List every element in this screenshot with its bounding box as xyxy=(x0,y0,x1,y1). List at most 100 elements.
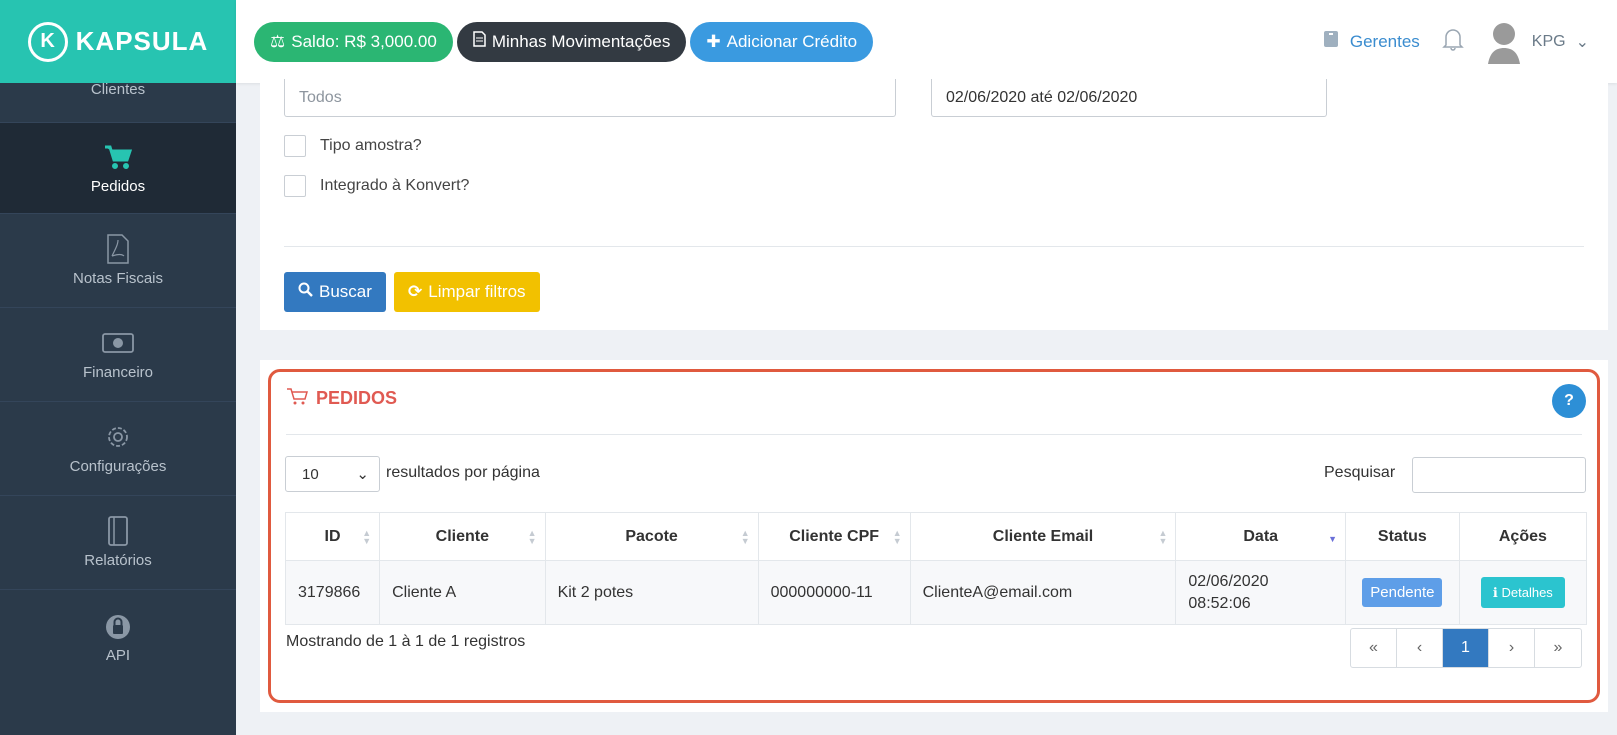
user-menu[interactable]: KPG ⌄ xyxy=(1486,20,1589,64)
col-id[interactable]: ID ▲ ▼ xyxy=(284,512,381,561)
cell-id: 3179866 xyxy=(284,560,381,625)
search-label: Pesquisar xyxy=(1324,464,1396,481)
search-input[interactable] xyxy=(1412,457,1586,493)
cell-status: Pendente xyxy=(1345,560,1460,625)
sidebar-item-label: Relatórios xyxy=(84,552,152,569)
col-email[interactable]: Cliente Email ▲ ▼ xyxy=(909,512,1177,561)
topbar: ⚖ Saldo: R$ 3,000.00 Minhas Movimentaçõe… xyxy=(236,0,1617,83)
filter-card: Todos 02/06/2020 até 02/06/2020 Tipo amo… xyxy=(260,79,1608,330)
limpar-label: Limpar filtros xyxy=(428,282,526,301)
gerentes-link[interactable]: Gerentes xyxy=(1322,30,1420,53)
cell-data: 02/06/2020 08:52:06 xyxy=(1175,560,1346,625)
page-prev-button[interactable]: ‹ xyxy=(1397,629,1443,667)
amostra-checkbox[interactable] xyxy=(284,135,306,157)
page-length-value: 10 xyxy=(302,465,319,483)
top-right: Gerentes KPG ⌄ xyxy=(1322,0,1589,83)
sidebar: K KAPSULA Clientes Pedidos Notas Fiscais… xyxy=(0,0,236,735)
page-last-button[interactable]: » xyxy=(1535,629,1581,667)
money-icon xyxy=(102,328,134,358)
cart-icon xyxy=(286,387,308,410)
sidebar-item-configuracoes[interactable]: Configurações xyxy=(0,402,236,496)
cell-cliente: Cliente A xyxy=(379,560,546,625)
tipo-select[interactable]: Todos xyxy=(284,79,896,117)
filter-divider xyxy=(284,246,1584,247)
movimentacoes-label: Minhas Movimentações xyxy=(491,31,671,51)
help-button[interactable]: ? xyxy=(1552,384,1586,418)
sidebar-item-label: Clientes xyxy=(90,81,146,98)
page-length-select[interactable]: 10 ⌄ xyxy=(285,456,380,492)
search-icon xyxy=(298,282,313,302)
table-info: Mostrando de 1 à 1 de 1 registros xyxy=(286,633,526,650)
buscar-label: Buscar xyxy=(319,282,372,301)
sidebar-item-clientes[interactable]: Clientes xyxy=(0,81,236,123)
saldo-button[interactable]: ⚖ Saldo: R$ 3,000.00 xyxy=(254,21,453,62)
sidebar-item-pedidos[interactable]: Pedidos xyxy=(0,123,236,214)
sidebar-item-label: Configurações xyxy=(69,458,167,475)
refresh-icon: ⟳ xyxy=(408,282,423,301)
col-pacote[interactable]: Pacote ▲ ▼ xyxy=(544,512,759,561)
col-cpf[interactable]: Cliente CPF ▲ ▼ xyxy=(757,512,911,561)
chevron-down-icon: ⌄ xyxy=(356,466,369,483)
col-data[interactable]: Data ▼ xyxy=(1175,512,1346,561)
data-time: 08:52:06 xyxy=(1188,594,1251,612)
sidebar-item-api[interactable]: API xyxy=(0,590,236,684)
cell-email: ClienteA@email.com xyxy=(909,560,1177,625)
date-value: 02/06/2020 até 02/06/2020 xyxy=(946,88,1138,106)
cell-cpf: 000000000-11 xyxy=(757,560,911,625)
page-current-button[interactable]: 1 xyxy=(1443,629,1489,667)
bell-icon[interactable] xyxy=(1441,27,1464,56)
konvert-label: Integrado à Konvert? xyxy=(320,177,470,194)
tipo-value: Todos xyxy=(299,88,342,106)
pedidos-table: ID ▲ ▼ Cliente ▲ ▼ Pacote ▲ ▼ Cliente CPF ▲ ▼ Cl… xyxy=(284,512,1588,625)
notebook-icon xyxy=(106,516,130,546)
pedidos-card: PEDIDOS ? 10 ⌄ resultados por página Pes… xyxy=(260,360,1608,712)
sidebar-item-label: API xyxy=(105,646,131,664)
sidebar-item-relatorios[interactable]: Relatórios xyxy=(0,496,236,590)
avatar xyxy=(1486,20,1522,64)
col-acoes: Ações xyxy=(1458,512,1588,561)
balance-scale-icon: ⚖ xyxy=(270,31,286,51)
title-divider xyxy=(286,434,1582,435)
info-icon: ℹ xyxy=(1492,584,1498,600)
table-row: 3179866 Cliente A Kit 2 potes 000000000-… xyxy=(284,560,1588,625)
sidebar-item-notas-fiscais[interactable]: Notas Fiscais xyxy=(0,214,236,308)
pedidos-title-text: PEDIDOS xyxy=(316,388,398,408)
data-date: 02/06/2020 xyxy=(1188,572,1269,590)
adicionar-label: Adicionar Crédito xyxy=(726,31,858,51)
detalhes-label: Detalhes xyxy=(1501,584,1553,600)
status-badge: Pendente xyxy=(1362,577,1443,607)
lock-icon xyxy=(105,611,131,641)
col-cliente[interactable]: Cliente ▲ ▼ xyxy=(379,512,546,561)
gear-icon xyxy=(103,422,133,452)
cart-icon xyxy=(104,142,132,172)
page-first-button[interactable]: « xyxy=(1351,629,1397,667)
pdf-icon xyxy=(106,234,130,264)
detalhes-button[interactable]: ℹ Detalhes xyxy=(1480,576,1565,608)
chevron-down-icon: ⌄ xyxy=(1575,33,1589,51)
id-badge-icon xyxy=(1322,30,1340,53)
cell-acoes: ℹ Detalhes xyxy=(1458,560,1588,625)
buscar-button[interactable]: Buscar xyxy=(284,272,386,312)
check-konvert-row: Integrado à Konvert? xyxy=(284,175,469,197)
brand-logo-icon: K xyxy=(27,21,68,62)
page-next-button[interactable]: › xyxy=(1489,629,1535,667)
amostra-label: Tipo amostra? xyxy=(320,137,422,154)
sidebar-item-label: Financeiro xyxy=(82,364,154,381)
movimentacoes-button[interactable]: Minhas Movimentações xyxy=(456,21,687,62)
check-amostra-row: Tipo amostra? xyxy=(284,135,422,157)
konvert-checkbox[interactable] xyxy=(284,175,306,197)
date-range-input[interactable]: 02/06/2020 até 02/06/2020 xyxy=(931,79,1327,117)
plus-icon: ✚ xyxy=(706,31,721,51)
document-icon xyxy=(473,31,486,52)
cell-pacote: Kit 2 potes xyxy=(544,560,759,625)
limpar-filtros-button[interactable]: ⟳ Limpar filtros xyxy=(394,272,540,312)
saldo-label: Saldo: R$ 3,000.00 xyxy=(291,31,437,51)
sidebar-item-financeiro[interactable]: Financeiro xyxy=(0,308,236,402)
gerentes-label: Gerentes xyxy=(1349,31,1420,51)
adicionar-credito-button[interactable]: ✚ Adicionar Crédito xyxy=(690,21,874,62)
user-name: KPG xyxy=(1531,32,1566,50)
sidebar-item-label: Pedidos xyxy=(90,177,146,195)
brand[interactable]: K KAPSULA xyxy=(0,0,236,83)
table-header-row: ID ▲ ▼ Cliente ▲ ▼ Pacote ▲ ▼ Cliente CPF ▲ ▼ Cl… xyxy=(284,512,1588,561)
page-length-label: resultados por página xyxy=(386,464,540,481)
